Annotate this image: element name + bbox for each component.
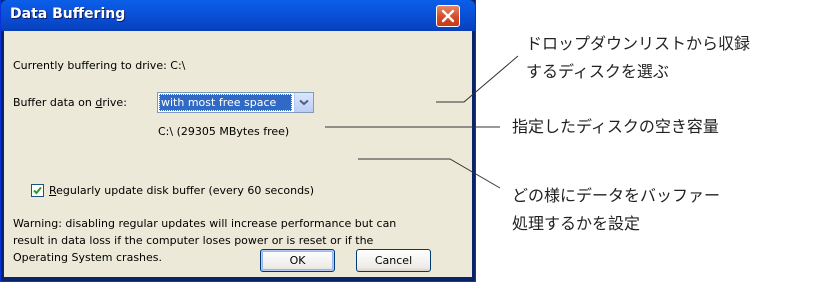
callout-update: どの様にデータをバッファー 処理するかを設定 [512,182,720,238]
callout-dropdown-line2: するディスクを選ぶ [526,62,669,81]
callout-freespace: 指定したディスクの空き容量 [512,117,719,136]
leader-line-update [358,158,501,189]
callout-update-line2: 処理するかを設定 [512,214,641,233]
callout-dropdown: ドロップダウンリストから収録 するディスクを選ぶ [526,30,750,86]
leader-line-dropdown [436,55,519,103]
callout-dropdown-line1: ドロップダウンリストから収録 [526,34,751,53]
callout-update-line1: どの様にデータをバッファー [512,186,721,205]
